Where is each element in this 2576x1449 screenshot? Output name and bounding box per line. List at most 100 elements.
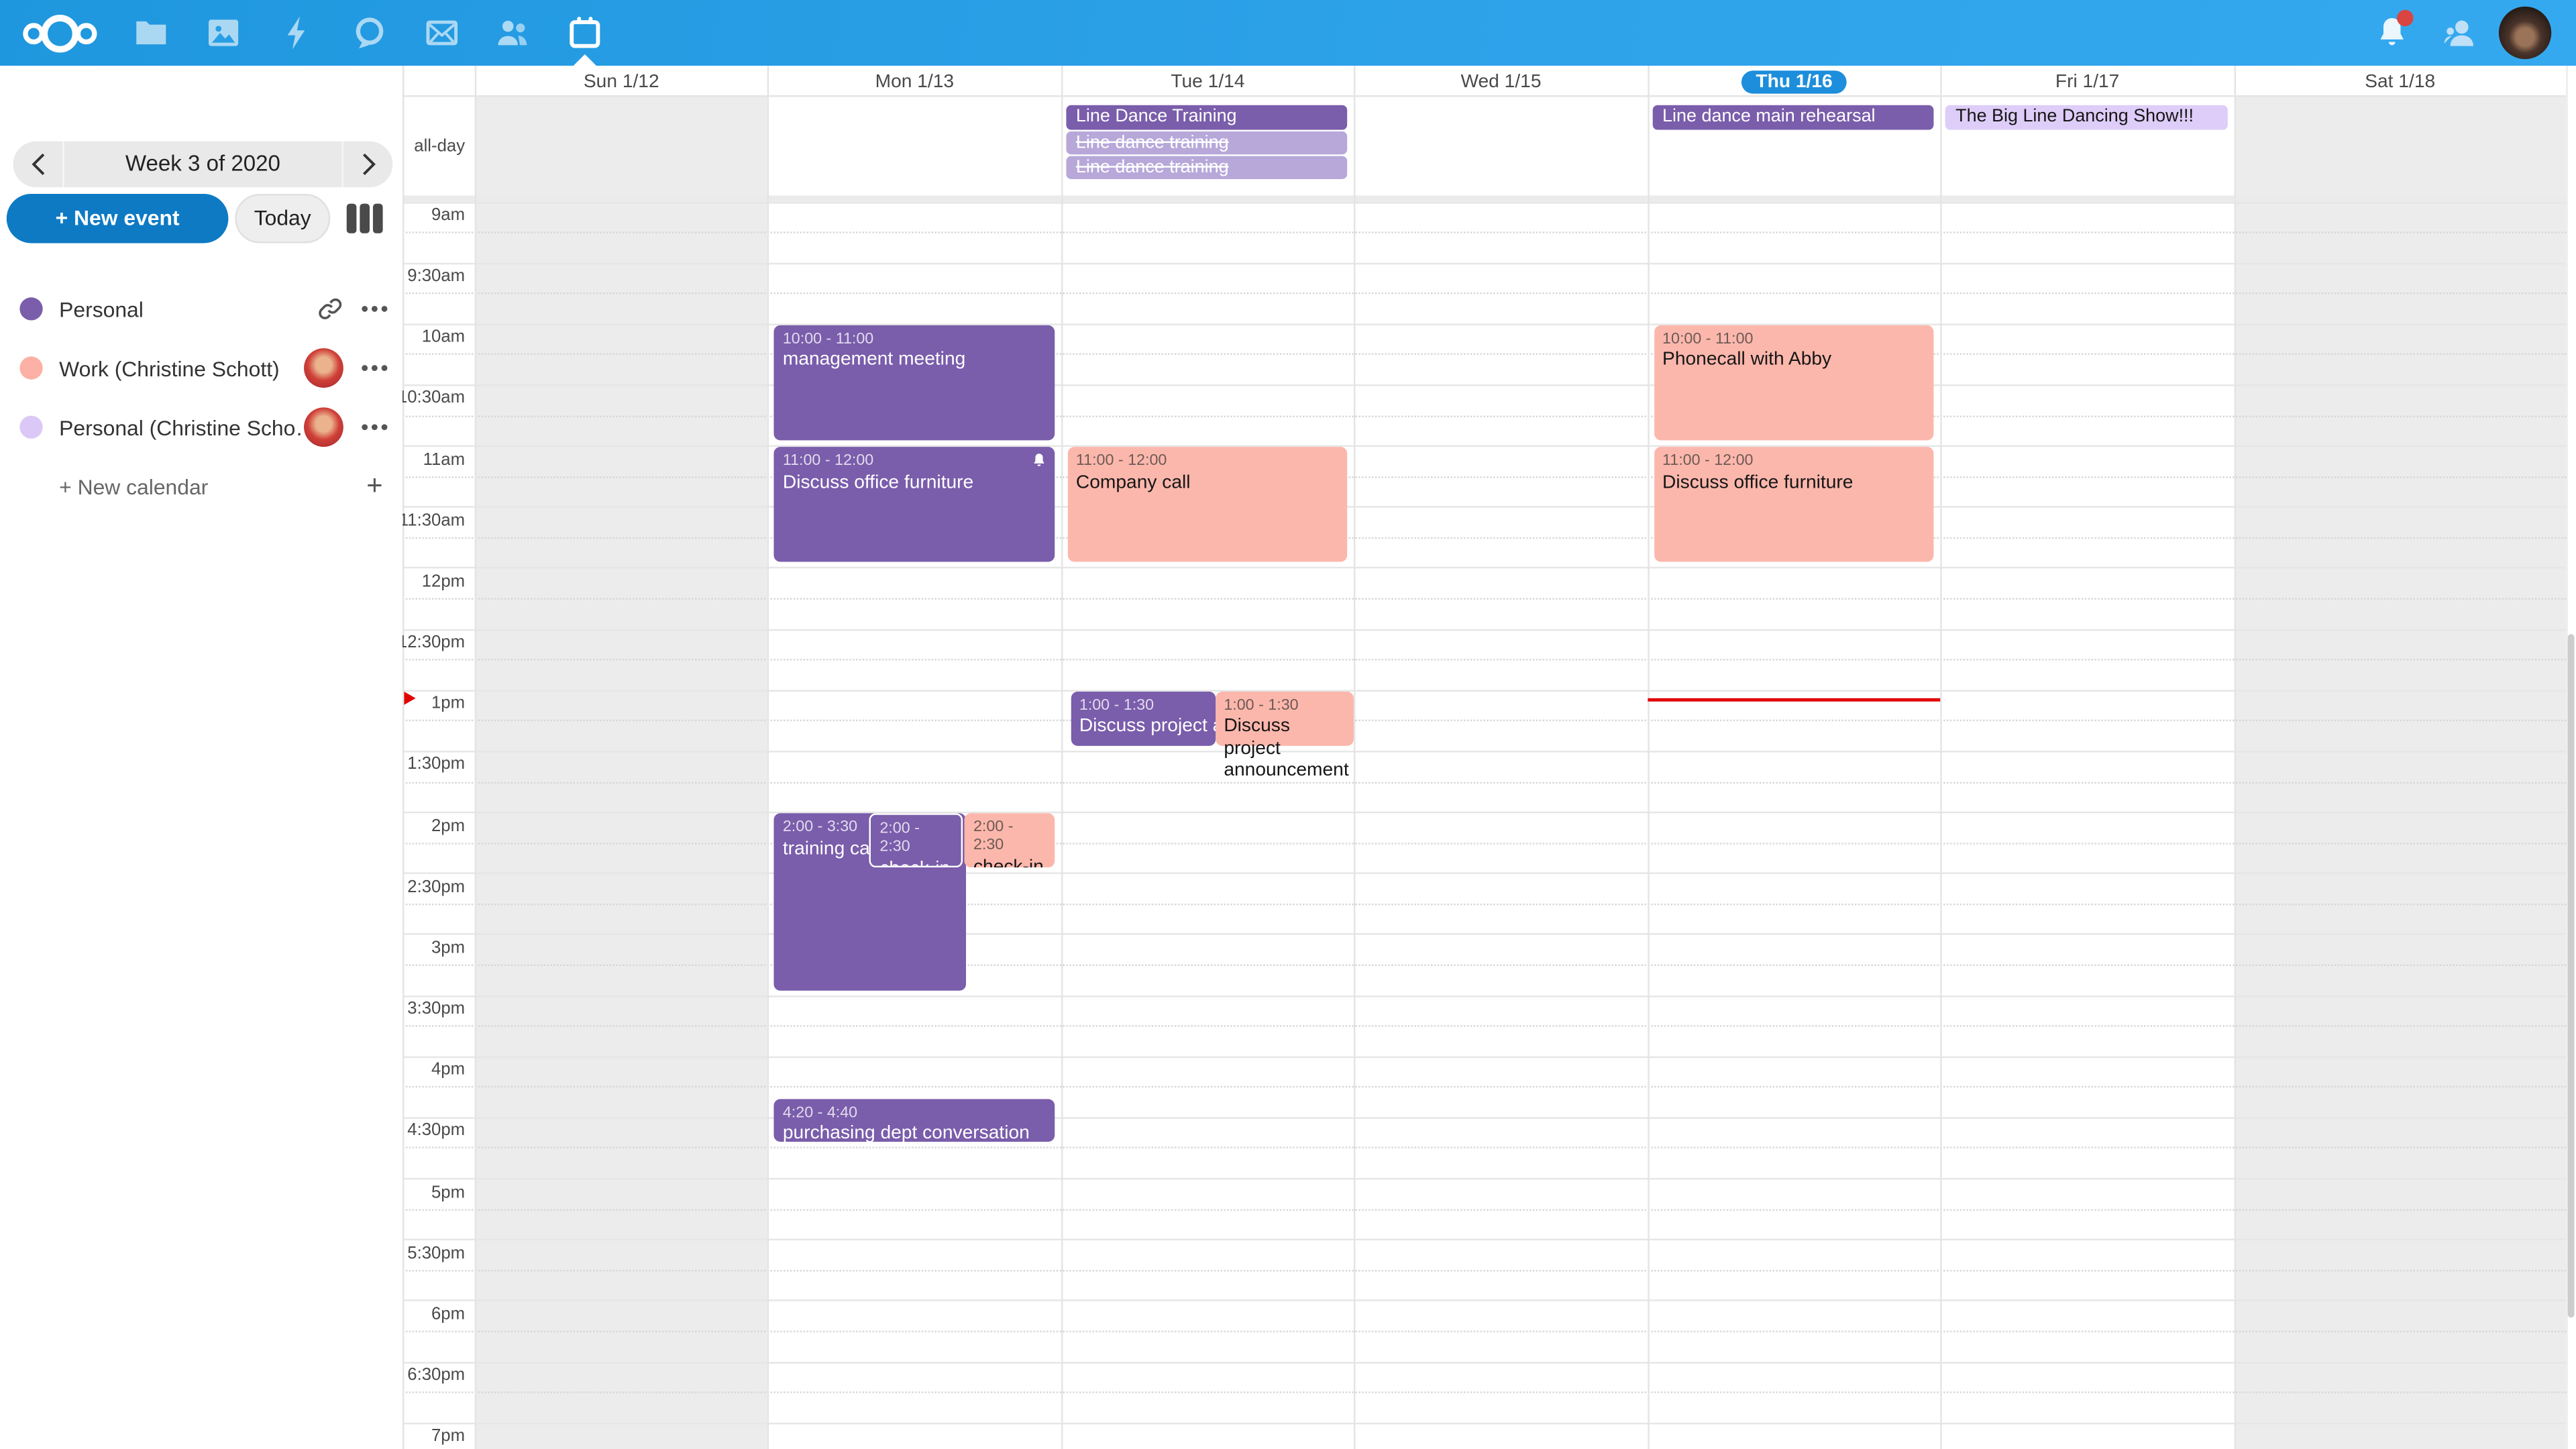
today-button[interactable]: Today <box>235 194 330 243</box>
all-day-event[interactable]: Line dance training <box>1066 132 1348 154</box>
day-header-label: Fri 1/17 <box>2055 72 2120 91</box>
all-day-divider <box>402 195 2566 201</box>
event[interactable]: 11:00 - 12:00Company call <box>1068 447 1348 562</box>
calendar-list-item-work-christine[interactable]: Work (Christine Schott) <box>0 338 402 397</box>
quarter-hour-line <box>402 537 2566 541</box>
slot-line <box>402 995 2566 998</box>
previous-week-button[interactable] <box>13 142 62 188</box>
event[interactable]: 11:00 - 12:00Discuss office furniture <box>775 447 1055 562</box>
day-header-mon[interactable]: Mon 1/13 <box>768 66 1061 97</box>
week-label[interactable]: Week 3 of 2020 <box>62 142 343 188</box>
event[interactable]: 10:00 - 11:00 Phonecall with Abby <box>1654 325 1934 440</box>
quarter-hour-line <box>402 843 2566 846</box>
all-day-event[interactable]: Line dance main rehearsal <box>1652 105 1934 129</box>
day-header-label: Sat 1/18 <box>2365 72 2435 91</box>
now-line <box>1648 698 1941 702</box>
contacts-menu-icon[interactable] <box>2440 13 2479 53</box>
scrollbar-thumb[interactable] <box>2567 634 2575 1318</box>
quarter-hour-line <box>402 1331 2566 1334</box>
day-header-label: Wed 1/15 <box>1460 72 1541 91</box>
quarter-hour-line <box>402 598 2566 602</box>
top-bar <box>0 0 2576 66</box>
calendar-list-item-personal[interactable]: Personal <box>0 279 402 338</box>
slot-line <box>402 445 2566 449</box>
shared-by-avatar <box>304 348 343 388</box>
slot-line <box>402 201 2566 205</box>
event-title: management meeting <box>783 350 1046 372</box>
slot-line <box>402 812 2566 815</box>
slot-line <box>402 690 2566 693</box>
week-navigation: Week 3 of 2020 <box>13 142 393 188</box>
quarter-hour-line <box>402 659 2566 663</box>
day-header-wed[interactable]: Wed 1/15 <box>1354 66 1648 97</box>
view-switcher-icon[interactable] <box>347 204 386 233</box>
column-border <box>1061 66 1063 1449</box>
day-header-thu[interactable]: Thu 1/16 <box>1648 66 1941 97</box>
slot-line <box>402 934 2566 937</box>
app-window: Week 3 of 2020 + New event Today Persona… <box>0 0 2576 1449</box>
day-header-sat[interactable]: Sat 1/18 <box>2234 66 2566 97</box>
all-day-event[interactable]: The Big Line Dancing Show!!! <box>1945 105 2227 129</box>
avatar[interactable] <box>2499 7 2551 59</box>
new-event-button[interactable]: + New event <box>7 194 229 243</box>
photos-icon[interactable] <box>204 13 244 53</box>
more-options-icon[interactable] <box>360 355 389 381</box>
mail-icon[interactable] <box>422 13 462 53</box>
slot-line <box>402 629 2566 632</box>
quarter-hour-line <box>402 1087 2566 1090</box>
nextcloud-logo[interactable] <box>23 13 99 53</box>
event[interactable]: 2:00 - 2:30check-in <box>870 813 964 867</box>
quarter-hour-line <box>402 1270 2566 1273</box>
event[interactable]: 2:00 - 2:30check-in <box>965 813 1056 867</box>
all-day-event[interactable]: Line Dance Training <box>1066 105 1348 129</box>
files-icon[interactable] <box>131 13 171 53</box>
event-time: 1:00 - 1:30 <box>1224 696 1345 714</box>
all-day-event[interactable]: Line dance training <box>1066 156 1348 178</box>
weekend-column-shading <box>2234 97 2566 1449</box>
event[interactable]: 1:00 - 1:30Discuss project announcement <box>1216 691 1354 745</box>
event-time: 4:20 - 4:40 <box>783 1103 1046 1121</box>
event-title: Discuss project announcement <box>1224 716 1345 784</box>
plus-icon: + <box>366 470 382 502</box>
day-header-sun[interactable]: Sun 1/12 <box>475 66 768 97</box>
quarter-hour-line <box>402 354 2566 357</box>
calendar-list-item-personal-christine[interactable]: Personal (Christine Scho… <box>0 398 402 457</box>
notifications-bell-icon[interactable] <box>2372 13 2412 53</box>
calendar-color-dot <box>19 297 42 320</box>
quarter-hour-line <box>402 782 2566 785</box>
next-week-button[interactable] <box>343 142 392 188</box>
calendar-color-dot <box>19 416 42 439</box>
quarter-hour-line <box>402 965 2566 968</box>
calendar-name: Work (Christine Schott) <box>59 356 304 380</box>
slot-line <box>402 1239 2566 1242</box>
more-options-icon[interactable] <box>360 296 389 322</box>
event-time: 2:00 - 2:30 <box>879 820 953 856</box>
event-title: Phonecall with Abby <box>1662 350 1926 372</box>
slot-line <box>402 1117 2566 1120</box>
slot-line <box>402 262 2566 266</box>
quarter-hour-line <box>402 1392 2566 1395</box>
day-header-label: Sun 1/12 <box>584 72 659 91</box>
contacts-icon[interactable] <box>493 13 533 53</box>
new-calendar-button[interactable]: + New calendar + <box>0 460 402 513</box>
calendar-icon[interactable] <box>565 13 604 53</box>
share-link-icon[interactable] <box>317 296 343 322</box>
notification-dot <box>2397 10 2413 26</box>
event[interactable]: 11:00 - 12:00 Discuss office furniture <box>1654 447 1934 562</box>
event[interactable]: 10:00 - 11:00management meeting <box>775 325 1055 440</box>
event-title: Discuss project ann <box>1079 716 1208 739</box>
talk-icon[interactable] <box>350 13 390 53</box>
event-time: 11:00 - 12:00 <box>1662 452 1926 470</box>
calendar-name: Personal <box>59 297 317 321</box>
column-border <box>1648 66 1649 1449</box>
event-time: 11:00 - 12:00 <box>1076 452 1340 470</box>
event[interactable]: 1:00 - 1:30Discuss project ann <box>1071 691 1216 745</box>
event[interactable]: 4:20 - 4:40purchasing dept conversation <box>775 1098 1055 1142</box>
day-header-fri[interactable]: Fri 1/17 <box>1941 66 2234 97</box>
more-options-icon[interactable] <box>360 414 389 440</box>
event-title: Discuss office furniture <box>1662 472 1926 494</box>
day-header-tue[interactable]: Tue 1/14 <box>1061 66 1354 97</box>
event-time: 10:00 - 11:00 <box>1662 330 1926 348</box>
column-border <box>768 66 769 1449</box>
activity-icon[interactable] <box>278 13 317 53</box>
